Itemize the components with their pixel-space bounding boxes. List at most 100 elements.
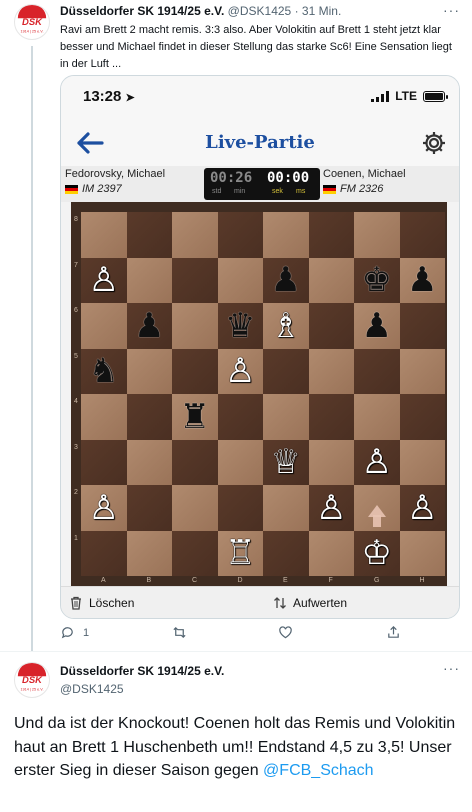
square-g3[interactable]: ♙ (354, 439, 400, 485)
avatar[interactable]: DSK 1914 | 25 e.V. (14, 4, 50, 40)
square-e4[interactable] (263, 394, 309, 440)
square-g7[interactable]: ♚ (354, 257, 400, 303)
square-f6[interactable] (308, 303, 354, 349)
black-pawn-icon[interactable]: ♟ (271, 263, 301, 297)
square-a3[interactable] (81, 439, 127, 485)
square-h7[interactable]: ♟ (399, 257, 445, 303)
square-g8[interactable] (354, 212, 400, 258)
square-e5[interactable] (263, 348, 309, 394)
square-f3[interactable] (308, 439, 354, 485)
black-pawn-icon[interactable]: ♟ (134, 309, 164, 343)
avatar[interactable]: DSK 1914 | 25 e.V. (14, 662, 50, 698)
square-e8[interactable] (263, 212, 309, 258)
square-f4[interactable] (308, 394, 354, 440)
author-name[interactable]: Düsseldorfer SK 1914/25 e.V. (60, 4, 224, 18)
white-pawn-icon[interactable]: ♙ (225, 354, 255, 388)
white-pawn-icon[interactable]: ♙ (407, 491, 437, 525)
upgrade-button[interactable]: Aufwerten (273, 596, 347, 610)
more-options-icon[interactable]: ··· (443, 660, 460, 676)
author-handle[interactable]: @DSK1425 (60, 682, 124, 696)
white-pawn-icon[interactable]: ♙ (89, 263, 119, 297)
square-e1[interactable] (263, 530, 309, 576)
square-f2[interactable]: ♙ (308, 485, 354, 531)
square-a7[interactable]: ♙ (81, 257, 127, 303)
square-c8[interactable] (172, 212, 218, 258)
square-c7[interactable] (172, 257, 218, 303)
white-pawn-icon[interactable]: ♙ (316, 491, 346, 525)
black-pawn-icon[interactable]: ♟ (407, 263, 437, 297)
square-e3[interactable]: ♕ (263, 439, 309, 485)
black-king-icon[interactable]: ♚ (362, 263, 392, 297)
square-d7[interactable] (217, 257, 263, 303)
square-g5[interactable] (354, 348, 400, 394)
delete-button[interactable]: Löschen (69, 596, 134, 610)
square-e7[interactable]: ♟ (263, 257, 309, 303)
square-h6[interactable] (399, 303, 445, 349)
square-d6[interactable]: ♛ (217, 303, 263, 349)
mention-link[interactable]: @FCB_Schach (263, 762, 374, 779)
square-d2[interactable] (217, 485, 263, 531)
square-b4[interactable] (126, 394, 172, 440)
square-c1[interactable] (172, 530, 218, 576)
square-c2[interactable] (172, 485, 218, 531)
black-pawn-icon[interactable]: ♟ (362, 309, 392, 343)
square-h1[interactable] (399, 530, 445, 576)
square-g6[interactable]: ♟ (354, 303, 400, 349)
black-knight-icon[interactable]: ♞ (89, 354, 119, 388)
tweet-time[interactable]: 31 Min. (302, 4, 341, 18)
square-a1[interactable] (81, 530, 127, 576)
square-b2[interactable] (126, 485, 172, 531)
square-a6[interactable] (81, 303, 127, 349)
square-b8[interactable] (126, 212, 172, 258)
square-f1[interactable] (308, 530, 354, 576)
square-g2[interactable] (354, 485, 400, 531)
reply-button[interactable]: 1 (60, 625, 89, 640)
square-h5[interactable] (399, 348, 445, 394)
square-b5[interactable] (126, 348, 172, 394)
square-a4[interactable] (81, 394, 127, 440)
white-king-icon[interactable]: ♔ (362, 536, 392, 570)
square-a8[interactable] (81, 212, 127, 258)
white-pawn-icon[interactable]: ♙ (362, 445, 392, 479)
square-b1[interactable] (126, 530, 172, 576)
square-g1[interactable]: ♔ (354, 530, 400, 576)
square-d5[interactable]: ♙ (217, 348, 263, 394)
white-bishop-icon[interactable]: ♗ (271, 309, 301, 343)
square-b3[interactable] (126, 439, 172, 485)
square-c4[interactable]: ♜ (172, 394, 218, 440)
square-d3[interactable] (217, 439, 263, 485)
square-h4[interactable] (399, 394, 445, 440)
tweet-media[interactable]: 13:28 ➤ LTE Live-Partie Fedorovsky, Mich… (60, 75, 460, 619)
square-a2[interactable]: ♙ (81, 485, 127, 531)
retweet-button[interactable] (172, 625, 187, 640)
like-button[interactable] (278, 625, 293, 640)
square-d8[interactable] (217, 212, 263, 258)
gear-icon[interactable] (421, 130, 447, 156)
author-handle[interactable]: @DSK1425 (228, 4, 292, 18)
square-f8[interactable] (308, 212, 354, 258)
square-h8[interactable] (399, 212, 445, 258)
square-b7[interactable] (126, 257, 172, 303)
square-a5[interactable]: ♞ (81, 348, 127, 394)
more-options-icon[interactable]: ··· (443, 2, 460, 18)
square-h2[interactable]: ♙ (399, 485, 445, 531)
white-rook-icon[interactable]: ♖ (225, 536, 255, 570)
black-rook-icon[interactable]: ♜ (180, 400, 210, 434)
square-f5[interactable] (308, 348, 354, 394)
square-d1[interactable]: ♖ (217, 530, 263, 576)
square-c6[interactable] (172, 303, 218, 349)
square-h3[interactable] (399, 439, 445, 485)
white-queen-icon[interactable]: ♕ (271, 445, 301, 479)
square-e2[interactable] (263, 485, 309, 531)
square-b6[interactable]: ♟ (126, 303, 172, 349)
white-pawn-icon[interactable]: ♙ (89, 491, 119, 525)
square-d4[interactable] (217, 394, 263, 440)
author-name[interactable]: Düsseldorfer SK 1914/25 e.V. (60, 664, 224, 678)
share-button[interactable] (386, 625, 401, 640)
chessboard[interactable]: ♙ ♟ ♚ ♟ ♟ ♛ ♗ ♟ ♞ ♙ ♜ ♕ ♙ ♙ ♙ ♙ ♖ ♔ (81, 212, 445, 576)
square-c3[interactable] (172, 439, 218, 485)
square-c5[interactable] (172, 348, 218, 394)
square-e6[interactable]: ♗ (263, 303, 309, 349)
square-g4[interactable] (354, 394, 400, 440)
black-queen-icon[interactable]: ♛ (225, 309, 255, 343)
